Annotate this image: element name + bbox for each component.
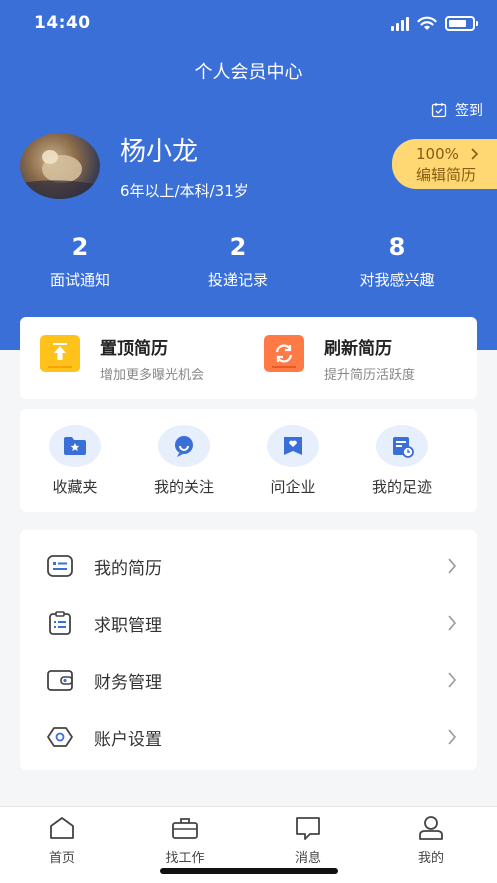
quick-action-follow[interactable]: 我的关注: [134, 425, 234, 497]
avatar-photo: [20, 150, 100, 199]
edit-resume-button[interactable]: 100% 编辑简历: [392, 139, 497, 189]
promo-subtitle: 增加更多曝光机会: [100, 368, 205, 383]
menu-label: 财务管理: [94, 673, 162, 693]
follow-icon: [158, 425, 210, 467]
home-indicator: [160, 868, 338, 874]
stat-value: 2: [229, 233, 247, 261]
message-icon: [296, 817, 320, 840]
tab-label: 我的: [417, 851, 444, 866]
chevron-right-icon: [448, 615, 457, 631]
tab-find-jobs[interactable]: 找工作: [145, 815, 225, 866]
avatar[interactable]: [20, 133, 100, 199]
quick-actions-card: 收藏夹 我的关注 问企业 我的足迹: [20, 409, 477, 512]
page-title: 个人会员中心: [194, 62, 303, 83]
pin-top-icon: [40, 335, 80, 372]
quick-action-label: 我的关注: [153, 478, 214, 496]
menu-item-my-resume[interactable]: 我的简历: [20, 534, 477, 591]
refresh-icon: [264, 335, 304, 372]
resume-icon: [47, 555, 73, 577]
wifi-icon: [417, 16, 437, 30]
wallet-icon: [47, 670, 73, 691]
chevron-right-icon: [448, 672, 457, 688]
refresh-resume-button[interactable]: 刷新简历 提升简历活跃度: [264, 317, 474, 399]
tab-label: 找工作: [165, 851, 205, 866]
menu-item-job-management[interactable]: 求职管理: [20, 591, 477, 648]
quick-action-label: 问企业: [270, 478, 316, 496]
stat-value: 2: [71, 233, 89, 261]
tab-label: 首页: [48, 851, 75, 866]
status-bar: 14:40: [0, 0, 497, 50]
promo-title: 刷新简历: [324, 339, 392, 359]
promo-card: 置顶简历 增加更多曝光机会 刷新简历 提升简历活跃度: [20, 317, 477, 399]
chevron-right-icon: [448, 729, 457, 745]
checkin-label: 签到: [455, 103, 483, 119]
tab-label: 消息: [294, 851, 321, 866]
quick-action-favorites[interactable]: 收藏夹: [25, 425, 125, 497]
user-name: 杨小龙: [120, 137, 199, 167]
menu-label: 求职管理: [94, 616, 162, 636]
pin-resume-button[interactable]: 置顶简历 增加更多曝光机会: [40, 317, 250, 399]
chevron-right-icon: [448, 558, 457, 574]
stat-interview[interactable]: 2 面试通知: [30, 233, 130, 290]
user-info: 6年以上/本科/31岁: [120, 182, 249, 200]
stat-applications[interactable]: 2 投递记录: [188, 233, 288, 290]
menu-item-finance[interactable]: 财务管理: [20, 648, 477, 705]
cellular-signal-icon: [391, 16, 409, 31]
home-icon: [50, 817, 74, 839]
chevron-right-icon: [471, 148, 478, 160]
history-icon: [376, 425, 428, 467]
promo-title: 置顶简历: [100, 339, 168, 359]
clipboard-icon: [49, 611, 71, 635]
status-icons: [391, 16, 478, 31]
battery-icon: [445, 16, 478, 31]
user-icon: [419, 816, 443, 840]
edit-resume-label: 编辑简历: [416, 166, 477, 184]
resume-completion: 100%: [416, 145, 459, 163]
menu-card: 我的简历 求职管理 财务管理 账户设置: [20, 530, 477, 770]
menu-item-account-settings[interactable]: 账户设置: [20, 705, 477, 762]
quick-action-label: 收藏夹: [52, 478, 98, 496]
menu-label: 我的简历: [94, 559, 162, 579]
calendar-check-icon: [431, 103, 447, 118]
tab-home[interactable]: 首页: [22, 815, 102, 866]
status-time: 14:40: [34, 13, 91, 33]
briefcase-icon: [172, 818, 198, 839]
checkin-button[interactable]: 签到: [431, 100, 483, 120]
quick-action-history[interactable]: 我的足迹: [352, 425, 452, 497]
settings-icon: [47, 727, 73, 747]
stat-value: 8: [388, 233, 406, 261]
stat-interested[interactable]: 8 对我感兴趣: [337, 233, 457, 290]
ask-company-icon: [267, 425, 319, 467]
promo-subtitle: 提升简历活跃度: [324, 368, 416, 383]
tab-mine[interactable]: 我的: [391, 815, 471, 866]
stat-label: 面试通知: [49, 271, 110, 289]
quick-action-ask-company[interactable]: 问企业: [243, 425, 343, 497]
quick-action-label: 我的足迹: [371, 478, 432, 496]
favorites-folder-icon: [49, 425, 101, 467]
menu-label: 账户设置: [94, 730, 162, 750]
tab-messages[interactable]: 消息: [268, 815, 348, 866]
stat-label: 投递记录: [207, 271, 268, 289]
stat-label: 对我感兴趣: [359, 271, 435, 289]
